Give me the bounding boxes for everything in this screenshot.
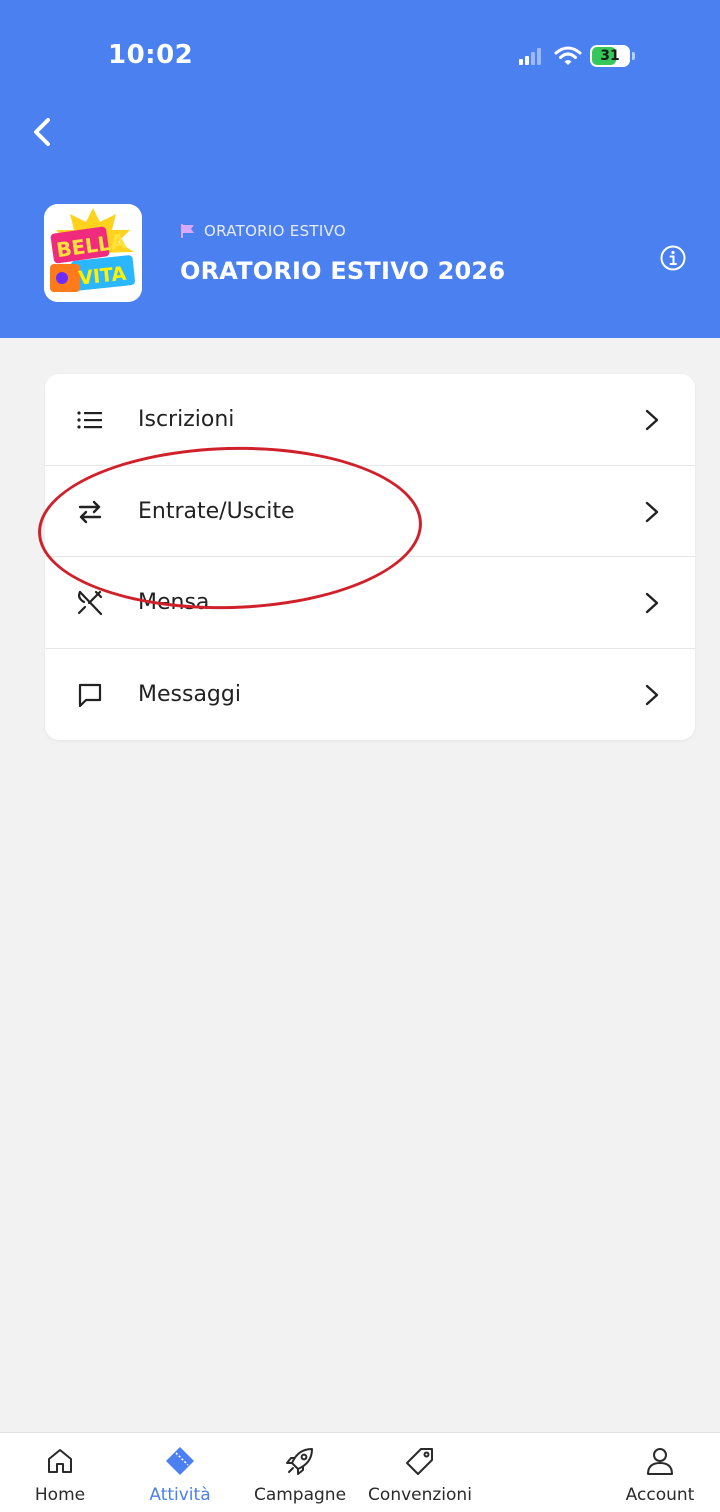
status-time: 10:02 <box>108 40 194 70</box>
home-icon <box>48 1449 72 1473</box>
chevron-right-icon <box>645 409 659 430</box>
bottom-navigation: Home Attività Campagne Convenzioni Accou… <box>0 1432 720 1512</box>
menu-item-iscrizioni[interactable]: Iscrizioni <box>45 374 695 465</box>
menu-item-entrate-uscite[interactable]: Entrate/Uscite <box>45 466 695 557</box>
back-arrow-icon[interactable] <box>28 112 58 152</box>
menu-item-mensa[interactable]: Mensa <box>45 557 695 648</box>
page-title: ORATORIO ESTIVO 2026 <box>180 257 506 285</box>
tag-icon <box>406 1448 433 1475</box>
nav-tab-account[interactable]: Account <box>600 1433 720 1512</box>
swap-arrows-icon <box>78 500 102 523</box>
nav-label: Convenzioni <box>368 1485 472 1505</box>
ticket-icon <box>166 1447 194 1475</box>
battery-level: 31 <box>600 48 620 64</box>
nav-tab-campagne[interactable]: Campagne <box>240 1433 360 1512</box>
chevron-right-icon <box>645 501 659 522</box>
nav-tab-convenzioni[interactable]: Convenzioni <box>360 1433 480 1512</box>
activity-menu: Iscrizioni Entrate/Uscite Mensa Messaggi <box>45 374 695 740</box>
nav-label: Attività <box>149 1485 211 1505</box>
flag-icon <box>181 224 194 238</box>
activity-logo: BELLA VITA <box>44 204 142 302</box>
menu-item-label: Iscrizioni <box>138 407 235 432</box>
info-icon[interactable] <box>658 243 688 273</box>
app-header: 10:02 31 BELLA VITA ORATORIO ESTIVO ORAT… <box>0 0 720 338</box>
cutlery-icon <box>77 590 103 615</box>
chevron-right-icon <box>645 592 659 613</box>
nav-label: Account <box>625 1485 695 1505</box>
nav-label: Home <box>34 1485 86 1505</box>
menu-item-label: Messaggi <box>138 682 241 707</box>
chevron-right-icon <box>645 684 659 705</box>
organization-label: ORATORIO ESTIVO <box>204 222 346 240</box>
menu-item-label: Entrate/Uscite <box>138 499 295 524</box>
rocket-icon <box>286 1448 313 1475</box>
wifi-icon <box>554 46 582 65</box>
user-icon <box>647 1448 673 1475</box>
status-icons: 31 <box>518 42 635 70</box>
nav-tab-home[interactable]: Home <box>0 1433 120 1512</box>
nav-label: Campagne <box>253 1485 347 1505</box>
list-icon <box>77 410 102 429</box>
organization-row: ORATORIO ESTIVO <box>180 222 346 240</box>
signal-icon <box>519 48 541 65</box>
message-icon <box>78 683 102 707</box>
battery-icon: 31 <box>590 45 635 67</box>
nav-tab-attivita[interactable]: Attività <box>120 1433 240 1512</box>
menu-item-label: Mensa <box>138 590 210 615</box>
menu-item-messaggi[interactable]: Messaggi <box>45 649 695 740</box>
